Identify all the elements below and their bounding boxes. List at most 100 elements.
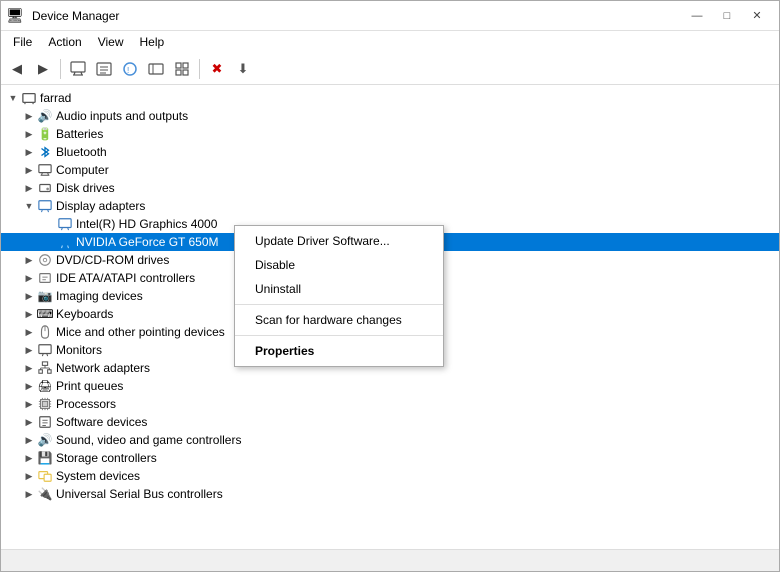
menu-view[interactable]: View [90, 33, 132, 51]
device-list-button[interactable] [92, 57, 116, 81]
mice-expand[interactable]: ▶ [21, 324, 37, 340]
nvidia-label: NVIDIA GeForce GT 650M [76, 235, 219, 249]
root-expand[interactable]: ▼ [5, 90, 21, 106]
computer-label: Computer [56, 163, 109, 177]
usb-expand[interactable]: ▶ [21, 486, 37, 502]
back-button[interactable]: ◀ [5, 57, 29, 81]
resources-button[interactable]: ! [118, 57, 142, 81]
ctx-update-driver[interactable]: Update Driver Software... [235, 229, 443, 253]
ide-icon [37, 270, 53, 286]
tree-item-audio[interactable]: ▶ 🔊 Audio inputs and outputs [1, 107, 779, 125]
imaging-label: Imaging devices [56, 289, 143, 303]
bluetooth-expand[interactable]: ▶ [21, 144, 37, 160]
main-area: ▼ farrad ▶ 🔊 Audio inputs and outputs ▶ … [1, 85, 779, 549]
ide-label: IDE ATA/ATAPI controllers [56, 271, 195, 285]
batteries-icon: 🔋 [37, 126, 53, 142]
tree-root[interactable]: ▼ farrad [1, 89, 779, 107]
toolbar-separator-2 [199, 59, 200, 79]
audio-label: Audio inputs and outputs [56, 109, 188, 123]
ctx-scan-hardware[interactable]: Scan for hardware changes [235, 308, 443, 332]
ctx-uninstall[interactable]: Uninstall [235, 277, 443, 301]
sound-label: Sound, video and game controllers [56, 433, 241, 447]
tree-item-software[interactable]: ▶ Software devices [1, 413, 779, 431]
svg-text:!: ! [127, 66, 129, 75]
displayadapters-expand[interactable]: ▼ [21, 198, 37, 214]
tree-item-bluetooth[interactable]: ▶ Bluetooth [1, 143, 779, 161]
computer-icon [37, 162, 53, 178]
tree-item-sound[interactable]: ▶ 🔊 Sound, video and game controllers [1, 431, 779, 449]
toolbar-separator-1 [60, 59, 61, 79]
computer-expand[interactable]: ▶ [21, 162, 37, 178]
ide-expand[interactable]: ▶ [21, 270, 37, 286]
root-label: farrad [40, 91, 71, 105]
diskdrives-icon [37, 180, 53, 196]
minimize-button[interactable]: — [683, 6, 711, 26]
root-icon [21, 90, 37, 106]
device-manager-window: 🖥 Device Manager — □ ✕ File Action View … [0, 0, 780, 572]
dvdrom-label: DVD/CD-ROM drives [56, 253, 169, 267]
menu-bar: File Action View Help [1, 31, 779, 53]
printq-expand[interactable]: ▶ [21, 378, 37, 394]
displayadapters-icon [37, 198, 53, 214]
software-label: Software devices [56, 415, 147, 429]
view-icon [148, 61, 164, 77]
window-controls: — □ ✕ [683, 6, 771, 26]
keyboards-icon: ⌨ [37, 306, 53, 322]
toolbar: ◀ ▶ ! [1, 53, 779, 85]
dvdrom-icon [37, 252, 53, 268]
menu-help[interactable]: Help [132, 33, 173, 51]
imaging-expand[interactable]: ▶ [21, 288, 37, 304]
intelhd-label: Intel(R) HD Graphics 4000 [76, 217, 217, 231]
printq-icon: 🖨 [37, 378, 53, 394]
tree-item-storage[interactable]: ▶ 💾 Storage controllers [1, 449, 779, 467]
monitors-label: Monitors [56, 343, 102, 357]
network-expand[interactable]: ▶ [21, 360, 37, 376]
storage-label: Storage controllers [56, 451, 157, 465]
ctx-disable[interactable]: Disable [235, 253, 443, 277]
ctx-separator-2 [235, 335, 443, 336]
scan-button[interactable]: ⬇ [231, 57, 255, 81]
system-expand[interactable]: ▶ [21, 468, 37, 484]
audio-icon: 🔊 [37, 108, 53, 124]
batteries-expand[interactable]: ▶ [21, 126, 37, 142]
computer-button[interactable] [66, 57, 90, 81]
software-expand[interactable]: ▶ [21, 414, 37, 430]
tree-item-printq[interactable]: ▶ 🖨 Print queues [1, 377, 779, 395]
tree-item-displayadapters[interactable]: ▼ Display adapters [1, 197, 779, 215]
displayadapters-label: Display adapters [56, 199, 145, 213]
maximize-button[interactable]: □ [713, 6, 741, 26]
ctx-properties[interactable]: Properties [235, 339, 443, 363]
tree-item-system[interactable]: ▶ System devices [1, 467, 779, 485]
nvidia-icon [57, 234, 73, 250]
network-icon [37, 360, 53, 376]
diskdrives-expand[interactable]: ▶ [21, 180, 37, 196]
sound-expand[interactable]: ▶ [21, 432, 37, 448]
monitors-expand[interactable]: ▶ [21, 342, 37, 358]
sound-icon: 🔊 [37, 432, 53, 448]
app-icon: 🖥 [7, 8, 23, 24]
storage-expand[interactable]: ▶ [21, 450, 37, 466]
resources-by-type-button[interactable] [170, 57, 194, 81]
view-button[interactable] [144, 57, 168, 81]
tree-item-usb[interactable]: ▶ 🔌 Universal Serial Bus controllers [1, 485, 779, 503]
diskdrives-label: Disk drives [56, 181, 115, 195]
system-label: System devices [56, 469, 140, 483]
context-menu: Update Driver Software... Disable Uninst… [234, 225, 444, 367]
tree-item-computer[interactable]: ▶ Computer [1, 161, 779, 179]
keyboards-expand[interactable]: ▶ [21, 306, 37, 322]
menu-file[interactable]: File [5, 33, 40, 51]
tree-item-batteries[interactable]: ▶ 🔋 Batteries [1, 125, 779, 143]
uninstall-button[interactable]: ✖ [205, 57, 229, 81]
audio-expand[interactable]: ▶ [21, 108, 37, 124]
status-bar [1, 549, 779, 571]
tree-item-diskdrives[interactable]: ▶ Disk drives [1, 179, 779, 197]
title-bar: 🖥 Device Manager — □ ✕ [1, 1, 779, 31]
processors-expand[interactable]: ▶ [21, 396, 37, 412]
processors-icon [37, 396, 53, 412]
ctx-separator-1 [235, 304, 443, 305]
dvdrom-expand[interactable]: ▶ [21, 252, 37, 268]
menu-action[interactable]: Action [40, 33, 89, 51]
forward-button[interactable]: ▶ [31, 57, 55, 81]
close-button[interactable]: ✕ [743, 6, 771, 26]
tree-item-processors[interactable]: ▶ Processors [1, 395, 779, 413]
